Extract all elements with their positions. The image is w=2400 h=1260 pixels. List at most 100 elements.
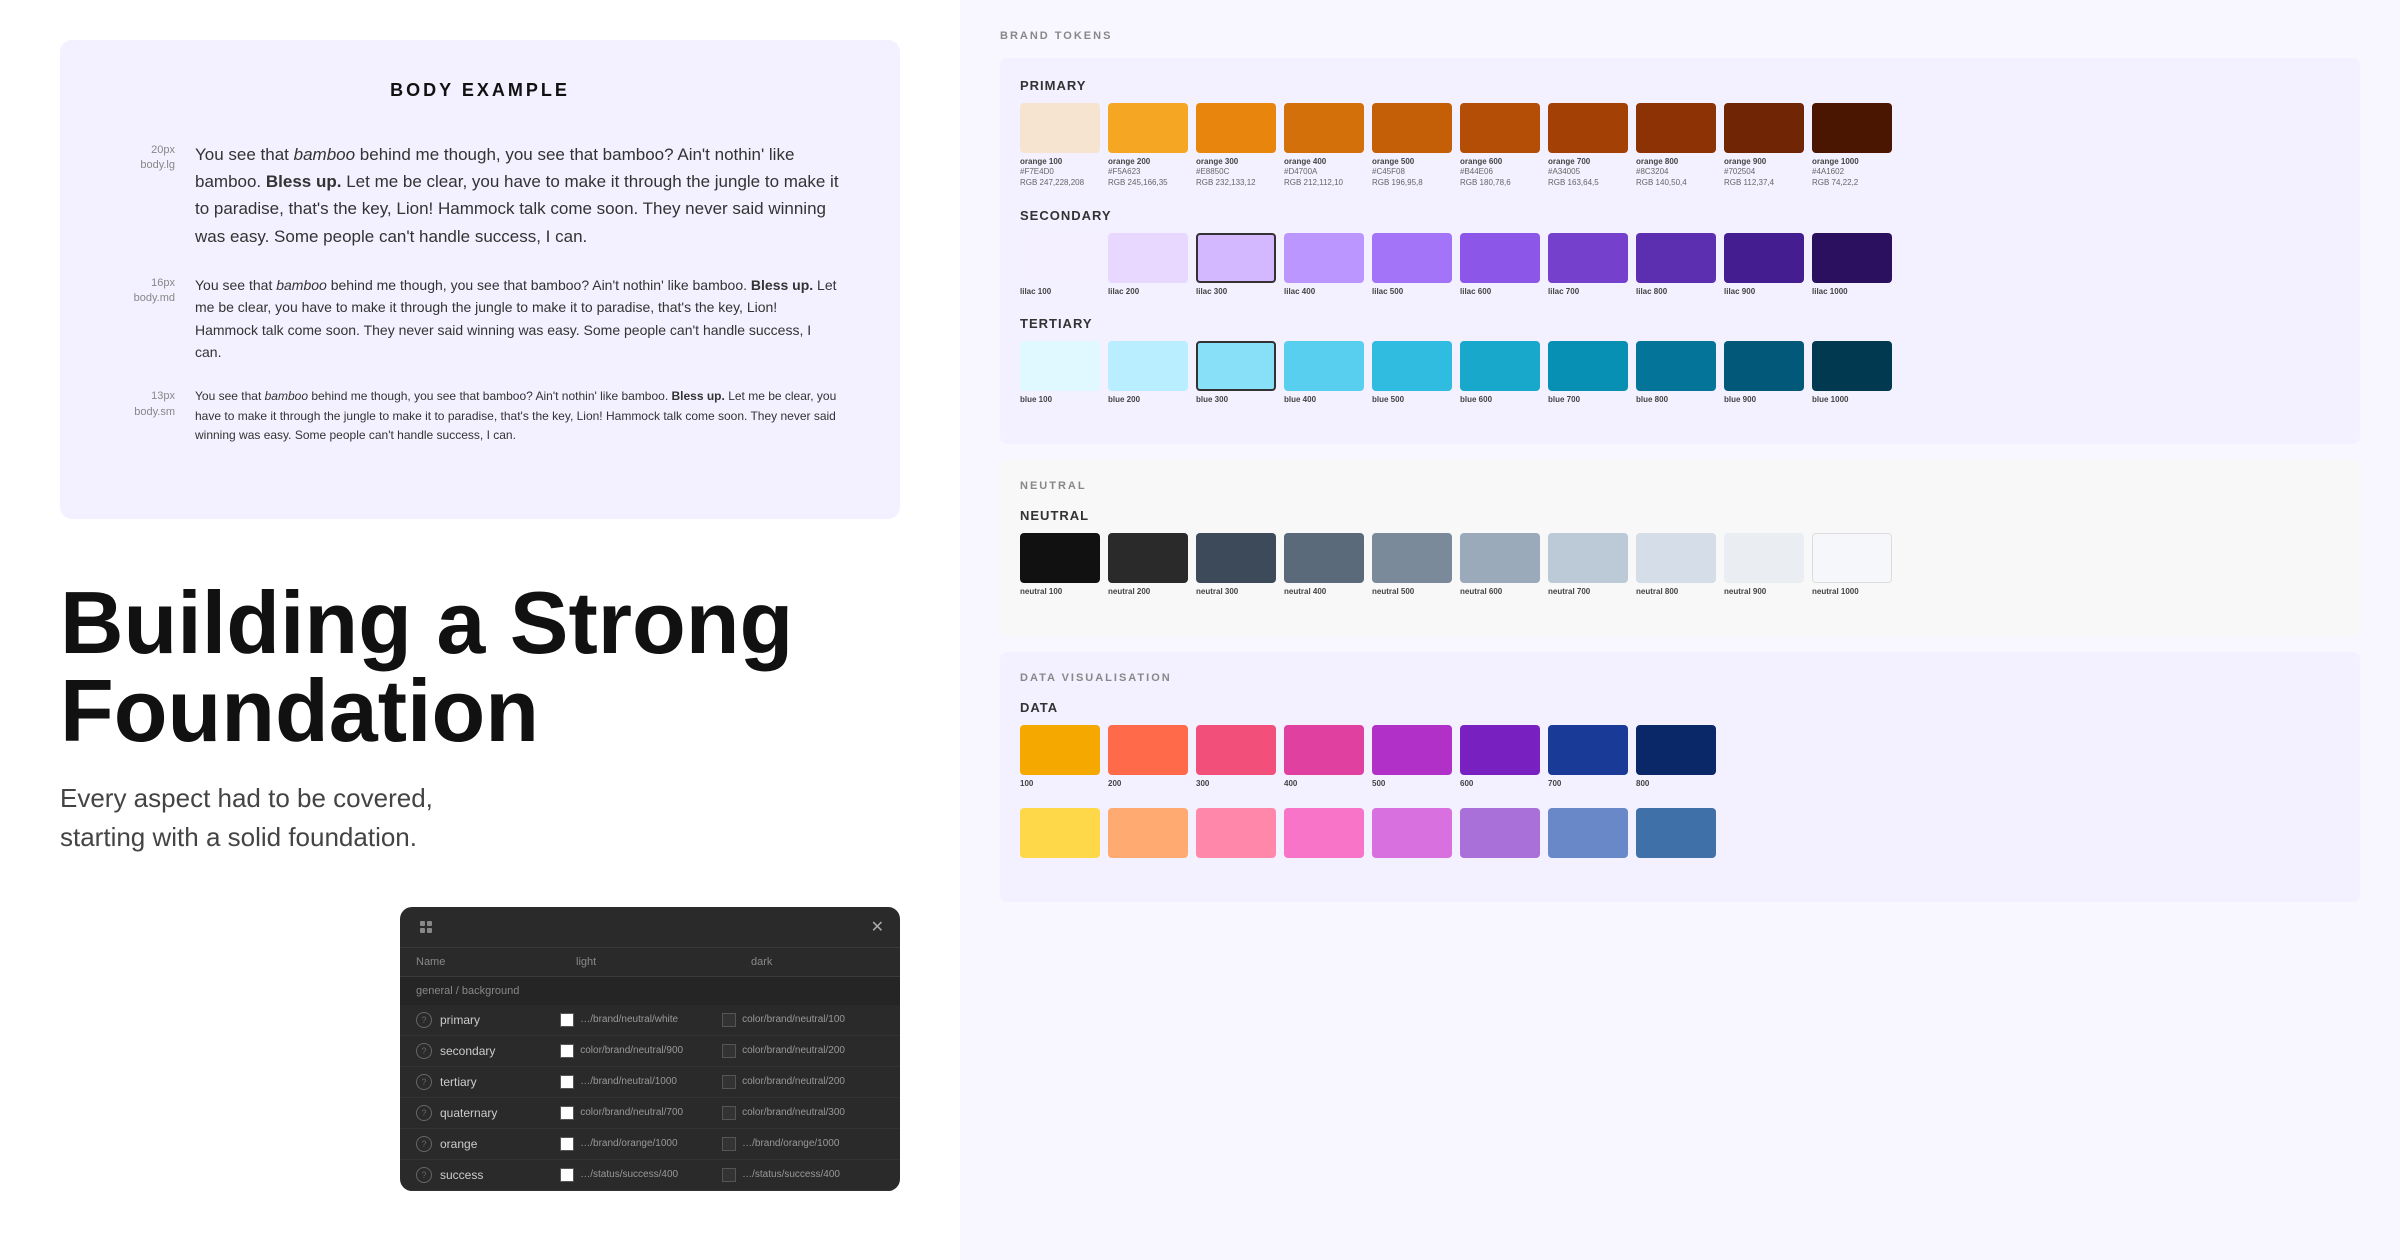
color-swatch	[1724, 533, 1804, 583]
color-chip: neutral 400	[1284, 533, 1364, 596]
data-vis-row-1: 100 200 300 400	[1020, 725, 2340, 788]
dark-swatch	[722, 1044, 736, 1058]
color-swatch	[1108, 725, 1188, 775]
color-swatch	[1020, 341, 1100, 391]
color-swatch	[1284, 533, 1364, 583]
neutral-color-row: neutral 100 neutral 200 neutral 300 neut…	[1020, 533, 2340, 596]
color-swatch	[1636, 233, 1716, 283]
color-chip: lilac 700	[1548, 233, 1628, 296]
color-swatch	[1724, 233, 1804, 283]
neutral-section-label: NEUTRAL	[1020, 480, 2340, 492]
color-chip	[1284, 808, 1364, 862]
body-text-row-md: 16pxbody.md You see that bamboo behind m…	[120, 274, 840, 364]
color-swatch	[1020, 103, 1100, 153]
row-name-secondary: secondary	[440, 1044, 560, 1058]
dark-token-primary: color/brand/neutral/100	[722, 1013, 884, 1027]
row-help-icon	[416, 1136, 432, 1152]
light-token-secondary: color/brand/neutral/900	[560, 1044, 722, 1058]
color-chip: 500	[1372, 725, 1452, 788]
color-swatch	[1460, 808, 1540, 858]
dark-card-header: ✕	[400, 907, 900, 948]
body-text-row-sm: 13pxbody.sm You see that bamboo behind m…	[120, 387, 840, 445]
body-content-lg: You see that bamboo behind me though, yo…	[195, 141, 840, 250]
color-chip: 300	[1196, 725, 1276, 788]
body-example-card: BODY EXAMPLE 20pxbody.lg You see that ba…	[60, 40, 900, 519]
color-swatch	[1284, 103, 1364, 153]
color-chip: orange 900 #702504RGB 112,37,4	[1724, 103, 1804, 188]
brand-tokens-section: BRAND TOKENS PRIMARY orange 100 #F7E4D0R…	[1000, 30, 2360, 902]
right-section: BRAND TOKENS PRIMARY orange 100 #F7E4D0R…	[960, 0, 2400, 1260]
color-swatch	[1548, 808, 1628, 858]
color-chip: blue 500	[1372, 341, 1452, 404]
dark-token-success: …/status/success/400	[722, 1168, 884, 1182]
color-chip: neutral 600	[1460, 533, 1540, 596]
dark-table-header: Name light dark	[400, 948, 900, 977]
light-token-orange: …/brand/orange/1000	[560, 1137, 722, 1151]
light-swatch	[560, 1106, 574, 1120]
secondary-color-row: lilac 100 lilac 200 lilac 300 lilac 400	[1020, 233, 2340, 296]
table-row[interactable]: primary …/brand/neutral/white color/bran…	[400, 1005, 900, 1036]
color-swatch	[1284, 341, 1364, 391]
table-row[interactable]: orange …/brand/orange/1000 …/brand/orang…	[400, 1129, 900, 1160]
data-vis-panel: DATA VISUALISATION DATA 100 200 300	[1000, 652, 2360, 902]
color-swatch	[1636, 341, 1716, 391]
color-swatch	[1548, 103, 1628, 153]
neutral-label: NEUTRAL	[1020, 508, 2340, 523]
color-swatch	[1196, 725, 1276, 775]
color-chip	[1108, 808, 1188, 862]
color-chip: lilac 500	[1372, 233, 1452, 296]
color-chip: blue 400	[1284, 341, 1364, 404]
color-chip: 400	[1284, 725, 1364, 788]
grid-icon[interactable]	[416, 917, 436, 937]
light-swatch	[560, 1044, 574, 1058]
table-row[interactable]: success …/status/success/400 …/status/su…	[400, 1160, 900, 1191]
color-chip: neutral 200	[1108, 533, 1188, 596]
color-chip: orange 700 #A34005RGB 163,64,5	[1548, 103, 1628, 188]
row-help-icon	[416, 1074, 432, 1090]
color-swatch	[1548, 533, 1628, 583]
color-chip: blue 100	[1020, 341, 1100, 404]
body-label-lg: 20pxbody.lg	[120, 141, 175, 174]
color-chip	[1196, 808, 1276, 862]
color-swatch	[1108, 808, 1188, 858]
row-name-quaternary: quaternary	[440, 1106, 560, 1120]
body-text-row-lg: 20pxbody.lg You see that bamboo behind m…	[120, 141, 840, 250]
data-label: DATA	[1020, 700, 2340, 715]
primary-label: PRIMARY	[1020, 78, 2340, 93]
row-help-icon	[416, 1043, 432, 1059]
color-swatch	[1196, 808, 1276, 858]
light-token-quaternary: color/brand/neutral/700	[560, 1106, 722, 1120]
color-chip: orange 200 #F5A623RGB 245,166,35	[1108, 103, 1188, 188]
color-swatch	[1284, 808, 1364, 858]
color-chip	[1460, 808, 1540, 862]
color-swatch	[1636, 725, 1716, 775]
color-chip: blue 200	[1108, 341, 1188, 404]
color-chip: blue 800	[1636, 341, 1716, 404]
color-swatch	[1372, 725, 1452, 775]
table-row[interactable]: secondary color/brand/neutral/900 color/…	[400, 1036, 900, 1067]
color-chip: orange 100 #F7E4D0RGB 247,228,208	[1020, 103, 1100, 188]
neutral-panel: NEUTRAL NEUTRAL neutral 100 neutral 200 …	[1000, 460, 2360, 636]
table-row[interactable]: quaternary color/brand/neutral/700 color…	[400, 1098, 900, 1129]
color-swatch	[1108, 341, 1188, 391]
dark-swatch	[722, 1106, 736, 1120]
light-swatch	[560, 1168, 574, 1182]
color-swatch	[1636, 808, 1716, 858]
row-help-icon	[416, 1105, 432, 1121]
color-swatch	[1020, 725, 1100, 775]
table-row[interactable]: tertiary …/brand/neutral/1000 color/bran…	[400, 1067, 900, 1098]
color-chip: blue 900	[1724, 341, 1804, 404]
color-chip: neutral 1000	[1812, 533, 1892, 596]
color-chip	[1020, 808, 1100, 862]
light-swatch	[560, 1137, 574, 1151]
color-chip: lilac 800	[1636, 233, 1716, 296]
body-label-md: 16pxbody.md	[120, 274, 175, 307]
color-chip: 800	[1636, 725, 1716, 788]
color-swatch	[1460, 725, 1540, 775]
row-name-success: success	[440, 1168, 560, 1182]
close-icon[interactable]: ✕	[871, 917, 884, 937]
dark-token-tertiary: color/brand/neutral/200	[722, 1075, 884, 1089]
color-swatch	[1196, 533, 1276, 583]
tertiary-color-row: blue 100 blue 200 blue 300 blue 400	[1020, 341, 2340, 404]
dark-section-label: general / background	[400, 977, 900, 1005]
